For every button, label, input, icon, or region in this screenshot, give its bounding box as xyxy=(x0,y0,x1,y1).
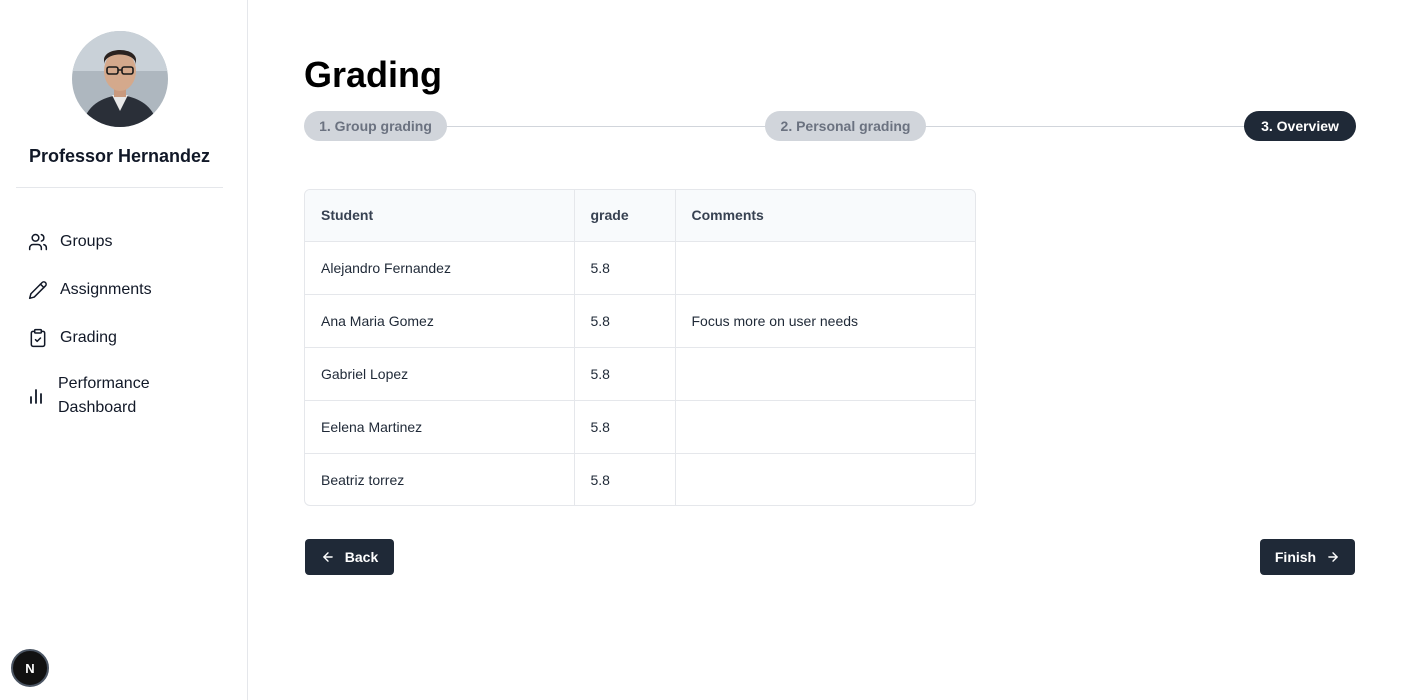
step-personal-grading[interactable]: 2. Personal grading xyxy=(765,111,926,141)
table-row: Beatriz torrez 5.8 xyxy=(305,453,975,505)
sidebar-item-assignments[interactable]: Assignments xyxy=(28,276,228,304)
cell-student: Eelena Martinez xyxy=(305,400,575,454)
page-title: Grading xyxy=(304,54,443,95)
cell-student: Alejandro Fernandez xyxy=(305,241,575,295)
cell-comment: Focus more on user needs xyxy=(675,294,975,348)
header-grade: grade xyxy=(574,190,676,242)
back-button[interactable]: Back xyxy=(305,539,394,575)
sidebar-item-label: Groups xyxy=(60,233,113,250)
sidebar-item-label: Performance Dashboard xyxy=(58,375,150,416)
header-comments: Comments xyxy=(675,190,975,242)
finish-button-label: Finish xyxy=(1274,549,1317,565)
cell-comment xyxy=(675,400,975,454)
profile-name: Professor Hernandez xyxy=(28,146,211,166)
sidebar-item-groups[interactable]: Groups xyxy=(28,228,228,256)
cell-grade: 5.8 xyxy=(574,347,676,401)
sidebar: Professor Hernandez Groups Assignments G… xyxy=(0,0,248,700)
bar-chart-icon xyxy=(28,386,44,406)
cell-comment xyxy=(675,453,975,505)
back-button-label: Back xyxy=(344,549,379,565)
sidebar-nav: Groups Assignments Grading Performance D… xyxy=(28,228,228,444)
cell-comment xyxy=(675,347,975,401)
cell-comment xyxy=(675,241,975,295)
profile-photo xyxy=(72,31,168,127)
table-header-row: Student grade Comments xyxy=(305,190,975,242)
table-row: Alejandro Fernandez 5.8 xyxy=(305,241,975,295)
sidebar-item-label: Grading xyxy=(60,329,117,346)
table-row: Gabriel Lopez 5.8 xyxy=(305,347,975,401)
table-row: Eelena Martinez 5.8 xyxy=(305,400,975,454)
cell-grade: 5.8 xyxy=(574,294,676,348)
sidebar-divider xyxy=(16,187,223,188)
badge-letter: N xyxy=(25,660,35,676)
sidebar-item-label: Assignments xyxy=(60,281,152,298)
table-row: Ana Maria Gomez 5.8 Focus more on user n… xyxy=(305,294,975,348)
step-overview[interactable]: 3. Overview xyxy=(1244,111,1356,141)
header-student: Student xyxy=(305,190,575,242)
cell-student: Beatriz torrez xyxy=(305,453,575,505)
arrow-right-icon xyxy=(1328,552,1338,562)
cell-student: Gabriel Lopez xyxy=(305,347,575,401)
avatar[interactable] xyxy=(72,31,168,127)
clipboard-check-icon xyxy=(28,328,48,348)
cell-grade: 5.8 xyxy=(574,400,676,454)
grades-table: Student grade Comments Alejandro Fernand… xyxy=(304,189,976,506)
finish-button[interactable]: Finish xyxy=(1260,539,1355,575)
users-icon xyxy=(28,232,48,252)
cell-grade: 5.8 xyxy=(574,241,676,295)
nextjs-badge[interactable]: N xyxy=(11,649,49,687)
cell-student: Ana Maria Gomez xyxy=(305,294,575,348)
sidebar-item-performance-dashboard[interactable]: Performance Dashboard xyxy=(28,372,228,424)
sidebar-item-grading[interactable]: Grading xyxy=(28,324,228,352)
cell-grade: 5.8 xyxy=(574,453,676,505)
arrow-left-icon xyxy=(322,552,333,562)
pencil-icon xyxy=(28,280,48,300)
step-group-grading[interactable]: 1. Group grading xyxy=(304,111,447,141)
